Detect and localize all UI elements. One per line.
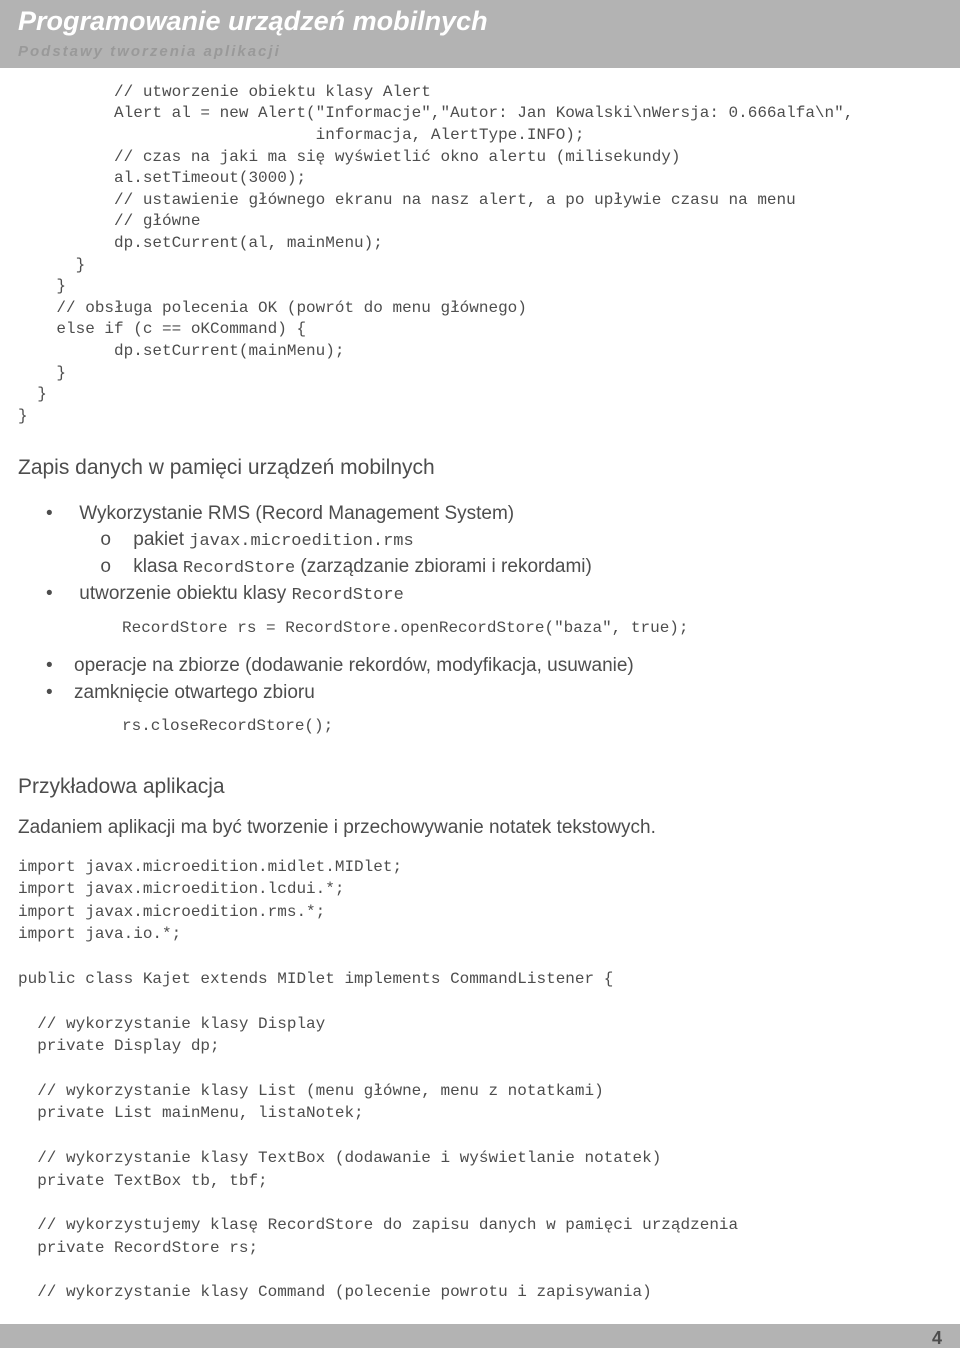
paragraph: Zadaniem aplikacji ma być tworzenie i pr… <box>18 815 942 842</box>
list-item-text: zamknięcie otwartego zbioru <box>74 682 315 703</box>
list-item: operacje na zbiorze (dodawanie rekordów,… <box>74 653 942 680</box>
bullet-list-1: Wykorzystanie RMS (Record Management Sys… <box>18 501 942 608</box>
page-body: // utworzenie obiektu klasy Alert Alert … <box>0 68 960 1304</box>
list-item-text: pakiet <box>133 529 189 550</box>
section-title-2: Przykładowa aplikacja <box>18 772 942 801</box>
list-item-text: (zarządzanie zbiorami i rekordami) <box>295 556 592 577</box>
section-title-1: Zapis danych w pamięci urządzeń mobilnyc… <box>18 453 942 482</box>
page-header: Programowanie urządzeń mobilnych Podstaw… <box>0 0 960 68</box>
list-item: utworzenie obiektu klasy RecordStore <box>74 581 942 608</box>
list-item: zamknięcie otwartego zbioru <box>74 680 942 707</box>
list-item-text: klasa <box>133 556 183 577</box>
list-item-text: utworzenie obiektu klasy <box>79 583 291 604</box>
nested-list: pakiet javax.microedition.rms klasa Reco… <box>74 527 942 581</box>
header-subtitle: Podstawy tworzenia aplikacji <box>18 41 942 62</box>
page-number: 4 <box>932 1326 942 1351</box>
header-title: Programowanie urządzeń mobilnych <box>18 3 942 41</box>
list-item-text: Wykorzystanie RMS (Record Management Sys… <box>79 503 514 524</box>
list-item: Wykorzystanie RMS (Record Management Sys… <box>74 501 942 581</box>
code-inline: RecordStore <box>183 559 295 578</box>
code-inline: RecordStore <box>292 586 404 605</box>
list-item: pakiet javax.microedition.rms <box>128 527 942 554</box>
page-footer: 4 <box>0 1324 960 1348</box>
bullet-list-2: operacje na zbiorze (dodawanie rekordów,… <box>18 653 942 706</box>
code-block-3: rs.closeRecordStore(); <box>18 716 942 738</box>
code-inline: javax.microedition.rms <box>189 532 413 551</box>
code-block-2: RecordStore rs = RecordStore.openRecordS… <box>18 618 942 640</box>
list-item-text: operacje na zbiorze (dodawanie rekordów,… <box>74 655 634 676</box>
code-block-4: import javax.microedition.midlet.MIDlet;… <box>18 856 942 1304</box>
list-item: klasa RecordStore (zarządzanie zbiorami … <box>128 554 942 581</box>
code-block-1: // utworzenie obiektu klasy Alert Alert … <box>18 82 942 428</box>
